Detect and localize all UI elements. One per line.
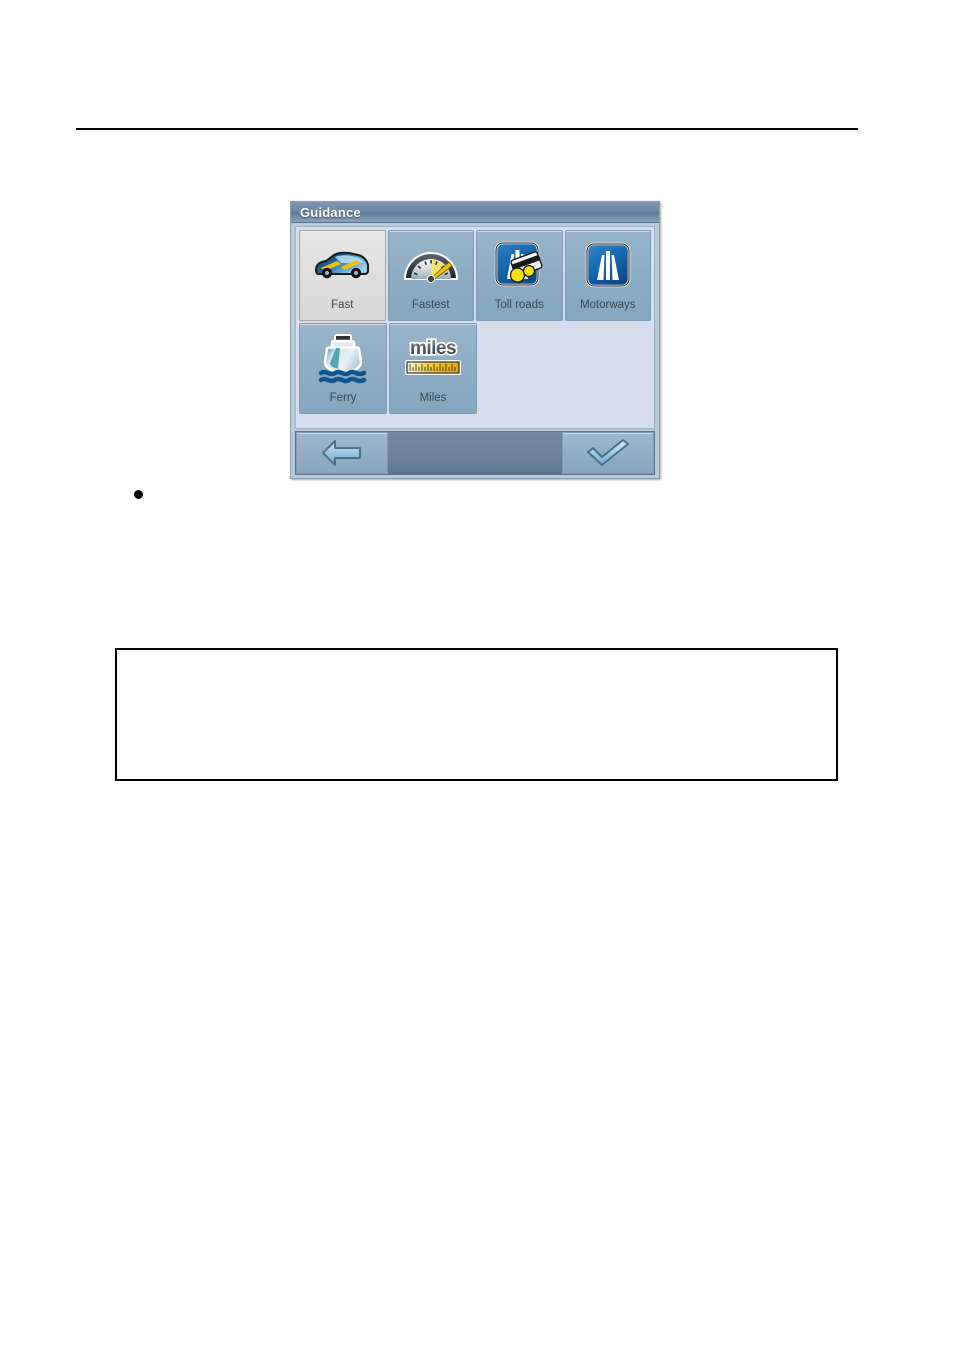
dialog-toolbar bbox=[295, 431, 655, 475]
bullet-marker bbox=[134, 490, 143, 499]
toll-road-icon bbox=[477, 231, 562, 299]
tile-row-1: Fast Fastest Toll roads Motorways bbox=[298, 229, 652, 322]
tile-fastest-label: Fastest bbox=[411, 299, 450, 311]
checkmark-icon bbox=[584, 438, 632, 468]
ferry-icon bbox=[300, 324, 386, 392]
back-button[interactable] bbox=[296, 432, 388, 474]
miles-ruler-icon: miles bbox=[390, 324, 476, 392]
speedometer-icon bbox=[389, 231, 474, 299]
car-icon bbox=[300, 231, 385, 299]
guidance-options-panel: Fast Fastest Toll roads Motorways Ferry … bbox=[295, 226, 655, 429]
motorway-icon bbox=[566, 231, 651, 299]
tile-motorways-label: Motorways bbox=[579, 299, 636, 311]
tile-toll-roads-label: Toll roads bbox=[494, 299, 544, 311]
tile-miles-label: Miles bbox=[419, 392, 447, 404]
tile-fast[interactable]: Fast bbox=[299, 230, 386, 321]
tile-ferry-label: Ferry bbox=[329, 392, 357, 404]
dialog-titlebar: Guidance bbox=[291, 202, 659, 223]
back-arrow-icon bbox=[320, 438, 364, 468]
note-box bbox=[115, 648, 838, 781]
dialog-title: Guidance bbox=[300, 204, 361, 220]
tile-row-2: Ferry miles Miles bbox=[298, 322, 652, 415]
confirm-button[interactable] bbox=[562, 432, 654, 474]
tile-motorways[interactable]: Motorways bbox=[564, 230, 651, 321]
tile-toll-roads[interactable]: Toll roads bbox=[476, 230, 563, 321]
svg-text:miles: miles bbox=[410, 338, 456, 359]
header-rule bbox=[76, 128, 858, 130]
tile-miles[interactable]: miles Miles bbox=[389, 323, 477, 414]
tile-fastest[interactable]: Fastest bbox=[387, 230, 474, 321]
tile-ferry[interactable]: Ferry bbox=[299, 323, 387, 414]
tile-fast-label: Fast bbox=[331, 299, 354, 311]
guidance-dialog: Guidance Fast Fastest Toll roads Motorwa… bbox=[290, 201, 660, 479]
bullet-list-item bbox=[120, 486, 820, 506]
